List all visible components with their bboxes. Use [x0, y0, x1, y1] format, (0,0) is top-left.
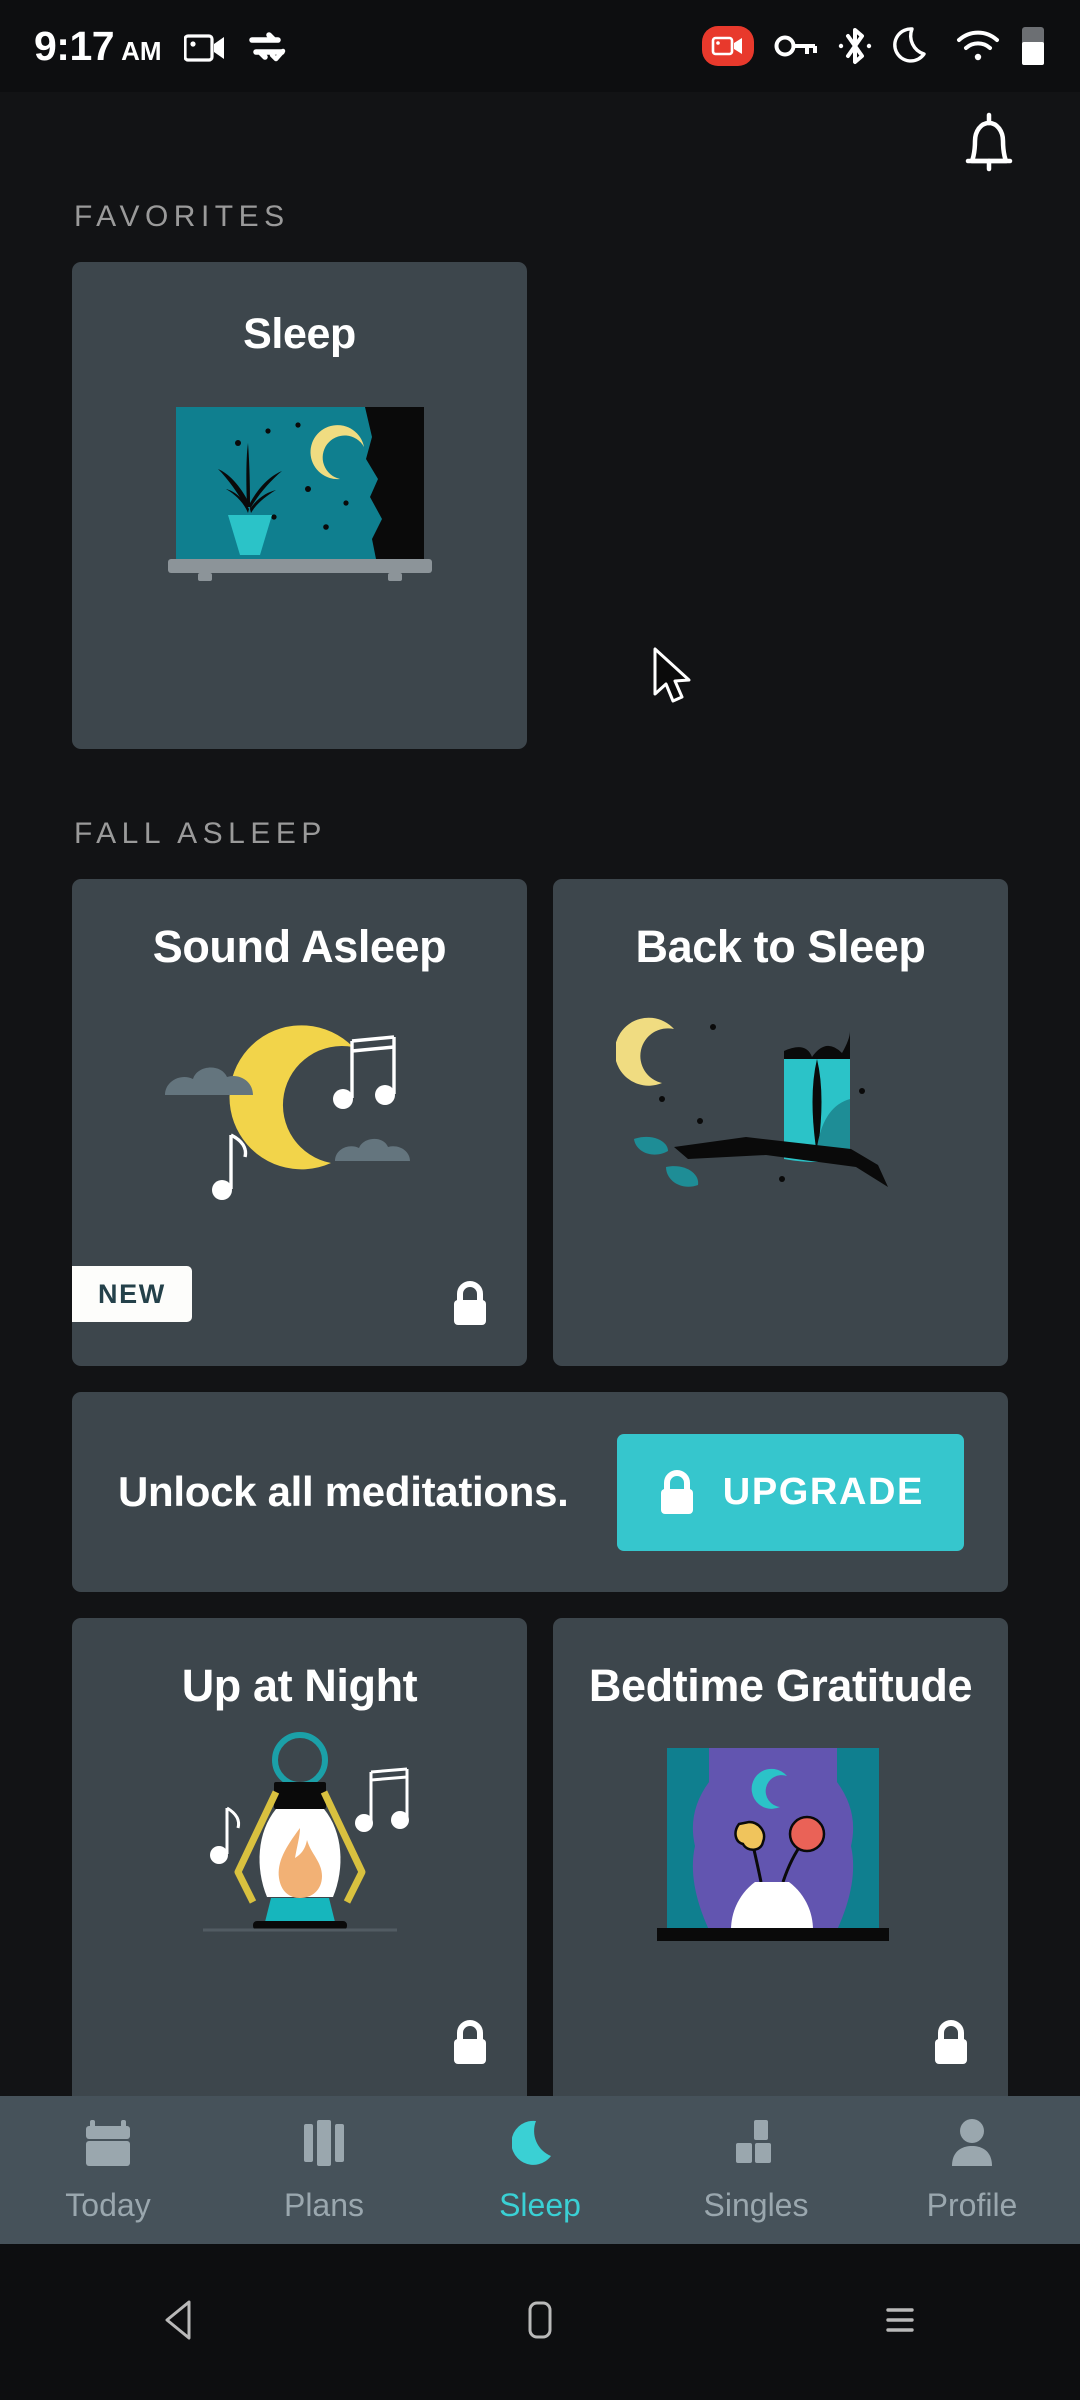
- tab-plans[interactable]: Plans: [216, 2116, 432, 2224]
- screen-cast-video-icon: [183, 33, 226, 63]
- wifi-icon: [956, 29, 1000, 63]
- card-title: Bedtime Gratitude: [588, 1660, 973, 1711]
- tab-label: Sleep: [499, 2187, 581, 2223]
- recents-button[interactable]: [840, 2272, 960, 2372]
- fall-asleep-row-1: Sound Asleep NEW Back to Sleep: [0, 879, 1080, 1366]
- android-nav-bar: [0, 2244, 1080, 2400]
- vpn-key-icon: [774, 33, 818, 59]
- blocks-icon: [728, 2116, 784, 2175]
- tab-label: Profile: [926, 2187, 1018, 2223]
- tab-label: Singles: [703, 2187, 809, 2223]
- scroll-content: FAVORITES Sleep FALL ASLEEP Sound Asleep…: [0, 92, 1080, 2105]
- owl-branch-moon-art: [553, 1007, 1008, 1217]
- battery-icon: [1020, 25, 1046, 67]
- status-bar-clock: 9:17: [34, 22, 115, 69]
- lock-icon: [449, 2018, 491, 2071]
- lantern-notes-art: [72, 1732, 527, 1962]
- card-title: Back to Sleep: [635, 921, 926, 972]
- lock-icon: [930, 2018, 972, 2071]
- bluetooth-icon: [838, 25, 872, 67]
- tab-singles[interactable]: Singles: [648, 2116, 864, 2224]
- tab-sleep[interactable]: Sleep: [432, 2116, 648, 2224]
- screen-record-icon: [702, 26, 754, 66]
- upgrade-button[interactable]: UPGRADE: [616, 1433, 964, 1551]
- card-title: Sound Asleep: [152, 921, 447, 972]
- lock-icon: [449, 1279, 491, 1332]
- card-sleep[interactable]: Sleep: [72, 262, 527, 749]
- moon-icon: [511, 2116, 568, 2175]
- card-sound-asleep[interactable]: Sound Asleep NEW: [72, 879, 527, 1366]
- tab-label: Today: [65, 2187, 151, 2223]
- do-not-disturb-moon-icon: [892, 24, 936, 68]
- status-bar-ampm: AM: [121, 35, 162, 66]
- tab-profile[interactable]: Profile: [864, 2116, 1080, 2224]
- triangle-back-icon: [157, 2296, 203, 2349]
- status-bar-left: 9:17 AM: [34, 22, 286, 69]
- card-title: Sleep: [243, 310, 356, 358]
- rounded-square-home-icon: [519, 2296, 561, 2349]
- back-button[interactable]: [120, 2272, 240, 2372]
- status-bar: 9:17 AM: [0, 0, 1080, 92]
- favorites-row: Sleep: [0, 262, 1080, 749]
- tab-label: Plans: [283, 2187, 365, 2223]
- upgrade-banner: Unlock all meditations. UPGRADE: [72, 1392, 1008, 1592]
- bell-icon[interactable]: [954, 107, 1024, 186]
- upgrade-button-label: UPGRADE: [722, 1470, 924, 1513]
- window-vase-flowers-art: [553, 1742, 1008, 1957]
- upgrade-banner-text: Unlock all meditations.: [118, 1468, 569, 1515]
- card-bedtime-gratitude[interactable]: Bedtime Gratitude: [553, 1618, 1008, 2105]
- home-button[interactable]: [480, 2272, 600, 2372]
- phone-screen: 9:17 AM FAVORITES Sleep FALL ASLEEP Soun…: [0, 0, 1080, 2400]
- person-icon: [944, 2116, 1000, 2175]
- hamburger-recents-icon: [877, 2296, 923, 2349]
- header-bar: [0, 92, 1080, 200]
- card-back-to-sleep[interactable]: Back to Sleep: [553, 879, 1008, 1366]
- data-saver-icon: [248, 31, 286, 63]
- moon-clouds-notes-art: [72, 1001, 527, 1231]
- calendar-icon: [80, 2116, 136, 2175]
- lock-icon: [657, 1468, 697, 1516]
- bottom-tab-bar: Today Plans Sleep Singles Profile: [0, 2096, 1080, 2244]
- window-night-plant-art: [72, 397, 527, 587]
- badge-new: NEW: [72, 1266, 192, 1322]
- card-up-at-night[interactable]: Up at Night: [72, 1618, 527, 2105]
- fall-asleep-row-2: Up at Night Bedtime Gratitude: [0, 1618, 1080, 2105]
- tab-today[interactable]: Today: [0, 2116, 216, 2224]
- section-title-favorites: FAVORITES: [74, 200, 290, 233]
- section-title-fall-asleep: FALL ASLEEP: [74, 817, 327, 850]
- card-title: Up at Night: [181, 1660, 418, 1711]
- status-bar-right: [702, 24, 1046, 68]
- cards-icon: [296, 2116, 352, 2175]
